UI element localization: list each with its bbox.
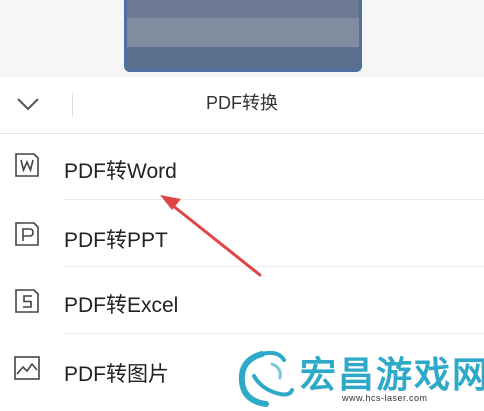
word-document-icon bbox=[15, 153, 39, 177]
excel-document-icon bbox=[15, 289, 39, 313]
ppt-document-icon bbox=[15, 222, 39, 246]
image-icon bbox=[14, 356, 40, 380]
watermark-text: 宏昌游戏网 bbox=[300, 354, 484, 395]
header-divider bbox=[72, 93, 73, 117]
collapse-button[interactable] bbox=[8, 87, 48, 123]
chevron-down-icon bbox=[17, 98, 39, 111]
panel-header: PDF转换 bbox=[0, 77, 484, 134]
menu-item-pdf-to-word[interactable]: PDF转Word bbox=[0, 133, 484, 200]
document-preview-thumbnail[interactable] bbox=[124, 0, 362, 72]
menu-item-label: PDF转图片 bbox=[64, 363, 169, 386]
dragon-logo-icon bbox=[238, 350, 294, 407]
menu-item-label: PDF转Excel bbox=[64, 294, 179, 317]
menu-item-label: PDF转Word bbox=[64, 160, 177, 183]
document-preview-area bbox=[0, 0, 484, 77]
menu-item-label: PDF转PPT bbox=[64, 229, 168, 252]
site-watermark: 宏昌游戏网 www.hcs-laser.com bbox=[232, 346, 484, 411]
watermark-url: www.hcs-laser.com bbox=[342, 393, 428, 403]
menu-item-pdf-to-ppt[interactable]: PDF转PPT bbox=[0, 200, 484, 267]
menu-item-pdf-to-excel[interactable]: PDF转Excel bbox=[0, 267, 484, 334]
